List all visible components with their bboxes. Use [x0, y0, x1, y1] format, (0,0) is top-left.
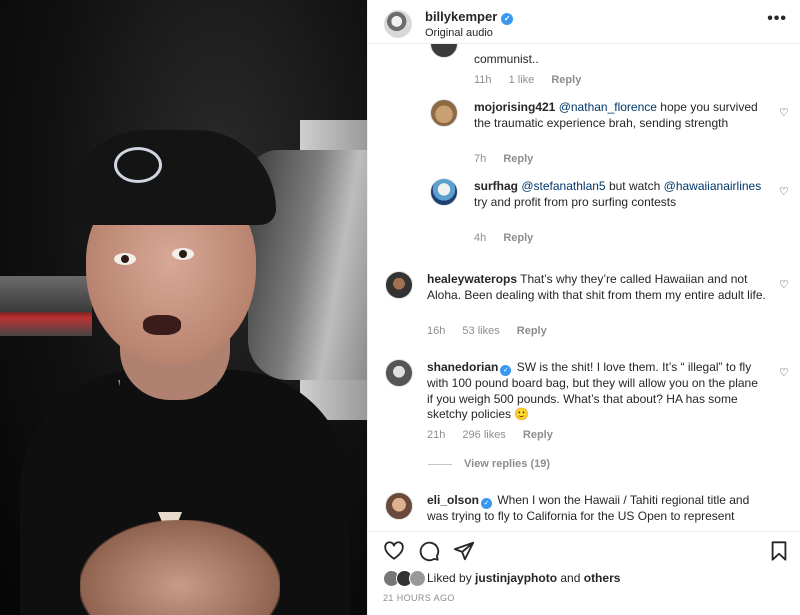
reply-button[interactable]: Reply	[523, 429, 553, 441]
comment-meta: 7h Reply	[474, 153, 547, 165]
liker-avatars[interactable]	[383, 570, 427, 588]
comment-body: but watch	[605, 179, 664, 193]
commenter-avatar[interactable]	[430, 44, 458, 58]
comment-mention[interactable]: @nathan_florence	[559, 100, 657, 114]
comment-mention[interactable]: @hawaiianairlines	[664, 179, 762, 193]
commenter-username[interactable]: eli_olson	[427, 493, 479, 507]
comment-text: mojorising421 @nathan_florence hope you …	[474, 100, 764, 131]
comment-meta: 21h 296 likes Reply	[427, 429, 567, 441]
verified-badge-icon: ✓	[501, 13, 514, 25]
author-avatar[interactable]	[384, 10, 412, 38]
like-comment-heart-icon[interactable]: ♡	[779, 187, 789, 198]
comment-text: shanedorian ✓ SW is the shit! I love them…	[427, 360, 767, 423]
comment-likes[interactable]: 1 like	[509, 74, 535, 86]
comment-time: 21h	[427, 429, 446, 441]
comment-time: 4h	[474, 232, 487, 244]
heart-icon[interactable]	[383, 540, 405, 562]
liker-avatar	[409, 570, 426, 587]
person-cap	[66, 130, 276, 225]
comment-body: try and profit from pro surfing contests	[474, 194, 677, 209]
more-options-icon[interactable]: •••	[767, 10, 787, 28]
author-username[interactable]: billykemper	[425, 9, 497, 24]
post-actions-bar	[368, 531, 800, 567]
reply-button[interactable]: Reply	[517, 325, 547, 337]
commenter-avatar[interactable]	[385, 359, 413, 387]
comment-likes[interactable]: 296 likes	[462, 429, 505, 441]
post-panel: billykemper ✓ Original audio ••• communis…	[367, 0, 800, 615]
post-header: billykemper ✓ Original audio •••	[368, 0, 800, 44]
liked-by-others[interactable]: others	[584, 571, 621, 585]
commenter-username[interactable]: mojorising421	[474, 100, 555, 114]
share-icon[interactable]	[453, 540, 475, 562]
bookmark-icon[interactable]	[768, 540, 790, 562]
person-mouth	[143, 315, 181, 335]
reply-button[interactable]: Reply	[551, 74, 581, 86]
comment-text: communist..	[474, 52, 539, 66]
commenter-avatar[interactable]	[385, 492, 413, 520]
post-timestamp[interactable]: 21 HOURS AGO	[383, 593, 455, 603]
comments-list[interactable]: communist.. 11h 1 like Reply mojorising4…	[368, 44, 800, 531]
comment-likes[interactable]: 53 likes	[462, 325, 499, 337]
person-eye	[114, 253, 136, 265]
comment-time: 16h	[427, 325, 446, 337]
author-username-row: billykemper ✓	[425, 9, 514, 25]
comment-meta: 4h Reply	[474, 232, 547, 244]
reply-button[interactable]: Reply	[503, 153, 533, 165]
comment-time: 11h	[474, 74, 492, 86]
commenter-avatar[interactable]	[430, 99, 458, 127]
commenter-avatar[interactable]	[385, 271, 413, 299]
commenter-username[interactable]: surfhag	[474, 179, 518, 193]
comment-text: eli_olson ✓ When I won the Hawaii / Tahit…	[427, 493, 767, 525]
video-player[interactable]	[0, 0, 367, 615]
comment-text: surfhag @stefanathlan5 but watch @hawaii…	[474, 179, 764, 210]
liked-by-and: and	[557, 571, 584, 586]
person-eye	[172, 248, 194, 260]
liked-by-prefix: Liked by	[427, 571, 476, 586]
person-hands	[80, 520, 280, 615]
like-comment-heart-icon[interactable]: ♡	[779, 368, 789, 379]
commenter-username[interactable]: healeywaterops	[427, 272, 517, 286]
audio-subtitle[interactable]: Original audio	[425, 27, 493, 39]
comment-time: 7h	[474, 153, 487, 165]
cap-logo	[114, 147, 162, 183]
like-comment-heart-icon[interactable]: ♡	[779, 108, 789, 119]
comment-text: healeywaterops That’s why they’re called…	[427, 272, 767, 303]
reply-button[interactable]: Reply	[503, 232, 533, 244]
liked-by-user[interactable]: justinjayphoto	[475, 571, 557, 585]
like-comment-heart-icon[interactable]: ♡	[779, 280, 789, 291]
commenter-username[interactable]: shanedorian	[427, 360, 498, 374]
comment-meta: 11h 1 like Reply	[474, 74, 595, 86]
verified-badge-icon: ✓	[500, 365, 512, 376]
comment-mention[interactable]: @stefanathlan5	[521, 179, 605, 193]
comment-icon[interactable]	[418, 540, 440, 562]
view-replies-button[interactable]: View replies (19)	[428, 458, 550, 470]
verified-badge-icon: ✓	[481, 498, 493, 509]
car-window	[0, 276, 92, 336]
commenter-avatar[interactable]	[430, 178, 458, 206]
comment-meta: 16h 53 likes Reply	[427, 325, 561, 337]
liked-by-row: Liked by justinjayphoto and others	[383, 570, 793, 592]
